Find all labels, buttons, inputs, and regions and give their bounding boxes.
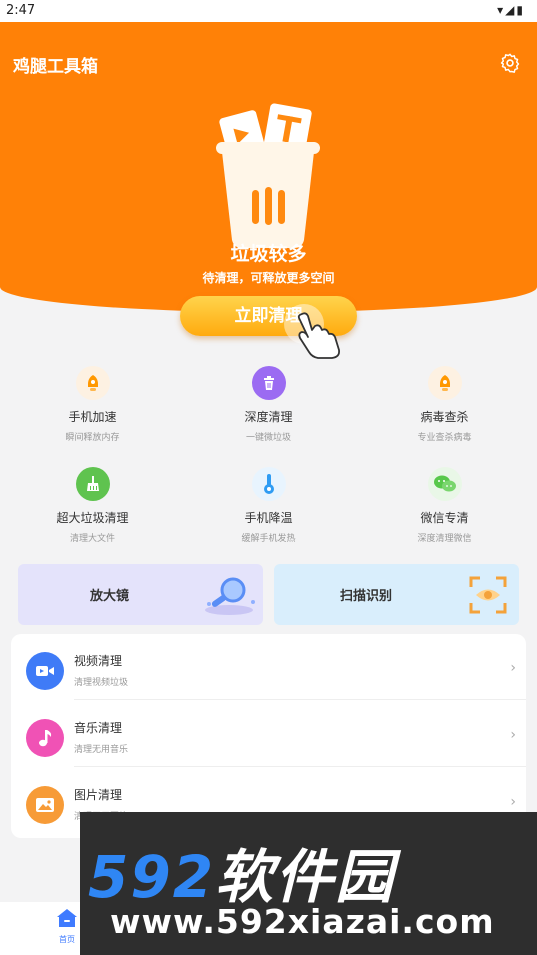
list-item-title: 音乐清理 [74,721,123,735]
chevron-right-icon: › [510,660,516,676]
scan-recognize-card[interactable]: 扫描识别 [274,564,519,625]
divider [74,699,526,700]
hero-subtitle: 待清理，可释放更多空间 [202,271,335,285]
feature-title: 微信专清 [420,511,469,525]
scan-eye-icon [469,576,507,614]
magnifier-icon [205,577,255,615]
status-bar: 2:47 ▾◢▮ [0,0,537,22]
hero-title: 垃圾较多 [230,243,307,265]
feature-phone-boost[interactable]: 手机加速 瞬间释放内存 [3,366,182,443]
feature-virus-scan[interactable]: 病毒查杀 专业查杀病毒 [355,366,534,443]
card-label: 扫描识别 [340,589,393,604]
wifi-icon: ▾ [497,3,506,17]
watermark-number: 592 [88,843,216,911]
list-item-sub: 清理视频垃圾 [74,678,129,688]
chevron-right-icon: › [510,794,516,810]
feature-phone-cool[interactable]: 手机降温 缓解手机发热 [179,467,358,544]
wechat-icon [427,467,462,501]
settings-gear-icon[interactable] [499,52,521,74]
hero-banner: 鸡腿工具箱 垃圾较多 待清理，可释放更多空间 [0,22,537,312]
feature-wechat-clean[interactable]: 微信专清 深度清理微信 [355,467,534,544]
trash-icon [251,366,286,400]
feature-title: 病毒查杀 [420,410,469,424]
list-item-title: 图片清理 [74,788,123,802]
video-icon [26,652,64,690]
list-item-video[interactable]: 视频清理 清理视频垃圾 › [11,634,526,700]
trash-bin-illustration-icon [216,103,320,248]
divider [74,766,526,767]
shield-bell-icon [427,366,462,400]
list-item-music[interactable]: 音乐清理 清理无用音乐 › [11,701,526,767]
signal-icon: ◢ [505,3,517,17]
feature-sub: 瞬间释放内存 [65,433,120,443]
feature-deep-clean[interactable]: 深度清理 一键微垃圾 [179,366,358,443]
app-title: 鸡腿工具箱 [13,57,98,77]
feature-large-junk[interactable]: 超大垃圾清理 清理大文件 [3,467,182,544]
home-icon [57,909,77,927]
watermark-brand: 软件园 [215,843,396,911]
feature-sub: 专业查杀病毒 [417,433,472,443]
feature-title: 手机加速 [68,410,117,424]
feature-sub: 一键微垃圾 [245,433,291,443]
status-time: 2:47 [6,3,36,18]
feature-title: 深度清理 [244,410,293,424]
tab-home-label: 首页 [59,935,75,944]
image-icon [26,786,64,824]
chevron-right-icon: › [510,727,516,743]
magnifier-card[interactable]: 放大镜 [18,564,263,625]
feature-sub: 深度清理微信 [417,534,472,544]
rocket-bell-icon [75,366,110,400]
list-item-title: 视频清理 [74,654,123,668]
battery-icon: ▮ [516,3,525,17]
tap-hand-icon [284,304,341,359]
thermometer-icon [251,467,286,501]
feature-title: 手机降温 [244,511,293,525]
watermark-url: www.592xiazai.com [110,902,495,941]
feature-sub: 清理大文件 [69,534,115,544]
card-label: 放大镜 [90,589,130,604]
tab-home[interactable]: 首页 [50,908,84,945]
broom-icon [75,467,110,501]
music-icon [26,719,64,757]
feature-title: 超大垃圾清理 [56,511,129,525]
status-icons: ▾◢▮ [497,3,525,17]
feature-sub: 缓解手机发热 [241,534,296,544]
clean-list: 视频清理 清理视频垃圾 › 音乐清理 清理无用音乐 › 图片清理 清理无用图片 … [11,634,526,838]
watermark-overlay: 592软件园 www.592xiazai.com [80,812,537,955]
list-item-sub: 清理无用音乐 [74,745,129,755]
